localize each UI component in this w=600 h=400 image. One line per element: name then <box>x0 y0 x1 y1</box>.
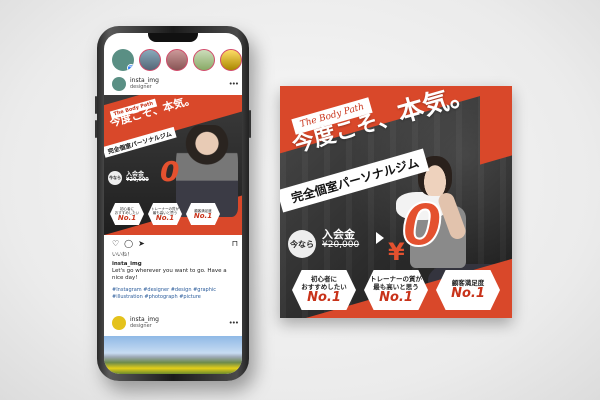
story-avatar[interactable] <box>220 49 242 71</box>
caption-text: Let's go wherever you want to go. Have a… <box>112 268 227 281</box>
post-username[interactable]: insta_img designer <box>130 315 159 330</box>
stories-bar: + <box>112 49 242 73</box>
story-avatar[interactable] <box>193 49 215 71</box>
red-band-corner <box>480 86 512 165</box>
post-header: insta_img designer ••• <box>112 74 239 94</box>
mini-badge: 初心者に おすすめしたい No.1 <box>110 203 144 225</box>
post-username[interactable]: insta_img designer <box>130 76 159 91</box>
mini-badge: トレーナーの質が 最も高いと思う No.1 <box>148 203 182 225</box>
comment-icon[interactable]: ◯ <box>124 239 133 249</box>
mini-fee-old: ¥20,000 <box>126 177 149 183</box>
likes-text[interactable]: いいね！ <box>112 251 132 258</box>
post-caption: insta_img Let's go wherever you want to … <box>112 261 236 282</box>
volume-up-button <box>95 96 97 114</box>
landscape-photo[interactable] <box>104 336 242 374</box>
phone-screen: + insta_img designer ••• The Body Path 今… <box>104 33 242 374</box>
feed-post-image[interactable]: The Body Path 今度こそ、本気。 完全個室パーソナルジム 今なら 入… <box>104 95 242 235</box>
heart-icon[interactable]: ♡ <box>112 239 119 249</box>
story-own-avatar[interactable]: + <box>112 49 134 71</box>
avatar[interactable] <box>112 77 126 91</box>
bookmark-icon[interactable]: ⊓ <box>232 239 238 249</box>
share-icon[interactable]: ➤ <box>138 239 145 249</box>
username-text: insta_img <box>130 76 159 84</box>
post-header: insta_img designer ••• <box>112 313 239 333</box>
more-options-icon[interactable]: ••• <box>229 319 239 327</box>
post-actions: ♡ ◯ ➤ ⊓ <box>112 239 238 249</box>
ranking-badge: 顧客満足度 No.1 <box>436 270 500 310</box>
add-story-icon[interactable]: + <box>127 64 134 71</box>
phone-notch <box>148 33 198 42</box>
user-role: designer <box>130 84 152 90</box>
mockup-scene: + insta_img designer ••• The Body Path 今… <box>0 0 600 400</box>
square-ad-banner: The Body Path 今度こそ、本気。 完全個室パーソナルジム 今なら 入… <box>280 86 512 318</box>
post-hashtags[interactable]: #Instagram #designer #design #graphic #i… <box>112 287 236 300</box>
power-button <box>249 110 251 138</box>
volume-down-button <box>95 120 97 138</box>
ranking-badge: トレーナーの質が 最も高いと思う No.1 <box>364 270 428 310</box>
username-text: insta_img <box>130 315 159 323</box>
smartphone-mockup: + insta_img designer ••• The Body Path 今… <box>95 26 251 381</box>
story-avatar[interactable] <box>166 49 188 71</box>
mini-badge: 顧客満足度 No.1 <box>186 203 220 225</box>
ranking-badge: 初心者に おすすめしたい No.1 <box>292 270 356 310</box>
caption-username[interactable]: insta_img <box>112 261 142 267</box>
arrow-icon <box>376 232 384 244</box>
fee-new-price: 0 <box>401 191 443 259</box>
more-options-icon[interactable]: ••• <box>229 80 239 88</box>
user-role: designer <box>130 323 152 329</box>
mini-now-badge: 今なら <box>108 171 122 185</box>
mini-fee-new: 0 <box>160 155 180 188</box>
avatar[interactable] <box>112 316 126 330</box>
story-avatar[interactable] <box>139 49 161 71</box>
now-badge: 今なら <box>288 230 316 258</box>
fee-old-price: ¥20,000 <box>322 240 360 250</box>
